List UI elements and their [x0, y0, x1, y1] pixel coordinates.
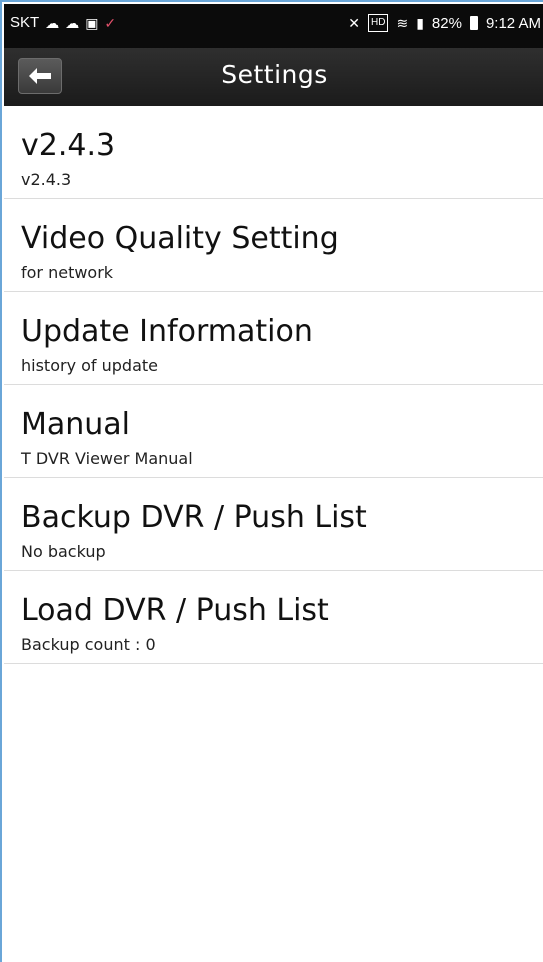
item-subtitle: history of update [21, 356, 158, 375]
item-title: Load DVR / Push List [21, 593, 329, 628]
wifi-icon: ≋ [396, 15, 409, 31]
item-subtitle: for network [21, 263, 114, 282]
settings-item-backup[interactable]: Backup DVR / Push List No backup [4, 478, 543, 571]
battery-percent: 82% [431, 14, 462, 32]
item-title: Video Quality Setting [21, 221, 339, 256]
item-subtitle: Backup count : 0 [21, 635, 156, 654]
settings-item-video-quality[interactable]: Video Quality Setting for network [4, 199, 543, 292]
heart-check-icon: ✓ [104, 14, 117, 31]
clock: 9:12 AM [485, 14, 541, 32]
item-title: Update Information [21, 314, 313, 349]
settings-item-version[interactable]: v2.4.3 v2.4.3 [4, 106, 543, 199]
settings-item-load[interactable]: Load DVR / Push List Backup count : 0 [4, 571, 543, 664]
settings-item-update-information[interactable]: Update Information history of update [4, 292, 543, 385]
battery-icon [469, 16, 478, 30]
item-title: v2.4.3 [21, 128, 116, 163]
image-icon: ▣ [85, 14, 99, 31]
item-subtitle: T DVR Viewer Manual [21, 449, 193, 468]
carrier-label: SKT [10, 14, 40, 31]
cloud-icon-2: ☁ [65, 14, 80, 31]
status-right: ✕ HD ≋ ▮ 82% 9:12 AM [348, 14, 541, 32]
screen: SKT ☁ ☁ ▣ ✓ ✕ HD ≋ ▮ 82% 9:12 AM Setting… [0, 0, 543, 962]
item-subtitle: No backup [21, 542, 106, 561]
settings-list: v2.4.3 v2.4.3 Video Quality Setting for … [4, 106, 543, 664]
title-bar: Settings [4, 48, 543, 106]
item-subtitle: v2.4.3 [21, 170, 72, 189]
mute-icon: ✕ [348, 15, 361, 31]
cloud-icon: ☁ [45, 14, 60, 31]
status-bar: SKT ☁ ☁ ▣ ✓ ✕ HD ≋ ▮ 82% 9:12 AM [4, 4, 543, 48]
item-title: Backup DVR / Push List [21, 500, 367, 535]
page-title: Settings [221, 60, 328, 89]
item-title: Manual [21, 407, 131, 442]
signal-icon: ▮ [416, 15, 424, 31]
status-left: SKT ☁ ☁ ▣ ✓ [10, 14, 116, 31]
settings-item-manual[interactable]: Manual T DVR Viewer Manual [4, 385, 543, 478]
hd-voice-icon: HD [368, 14, 389, 32]
